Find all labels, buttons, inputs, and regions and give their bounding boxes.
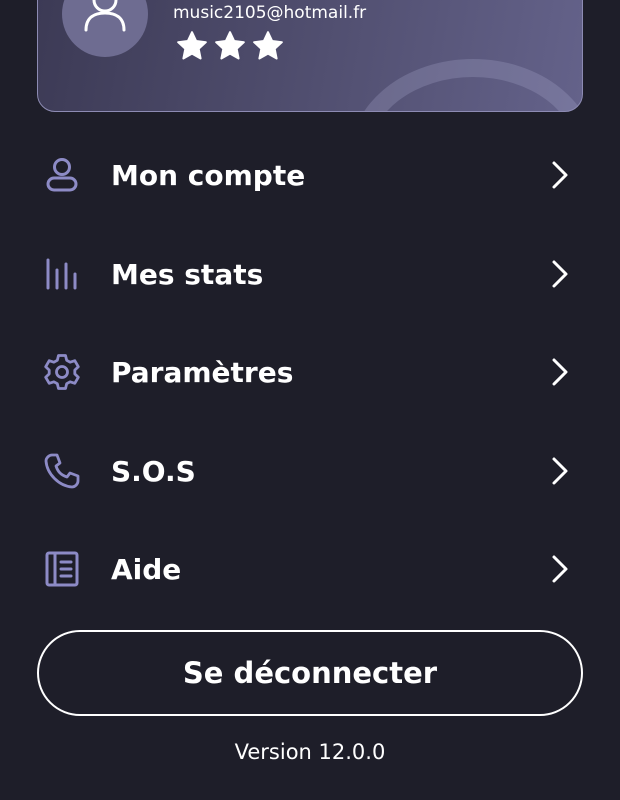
chevron-right-icon	[552, 260, 568, 287]
menu-item-sos[interactable]: S.O.S	[0, 422, 620, 521]
chevron-right-icon	[552, 358, 568, 386]
gear-icon	[44, 354, 80, 390]
user-icon	[84, 0, 126, 32]
chevron-right-icon	[552, 161, 568, 189]
profile-card: music2105@hotmail.fr	[37, 0, 583, 112]
chevron-right-icon	[552, 457, 568, 484]
menu-item-label: Aide	[111, 553, 182, 586]
avatar[interactable]	[62, 0, 148, 57]
menu-item-label: S.O.S	[111, 454, 196, 488]
menu-item-mon-compte[interactable]: Mon compte	[0, 126, 620, 225]
menu-item-label: Paramètres	[111, 356, 294, 389]
rating-stars	[175, 29, 285, 63]
star-icon	[215, 31, 245, 60]
app-version: Version 12.0.0	[234, 740, 386, 764]
menu-item-label: Mon compte	[111, 159, 306, 192]
notebook-icon	[45, 551, 79, 587]
profile-email: music2105@hotmail.fr	[173, 3, 367, 23]
star-icon	[253, 31, 283, 60]
user-icon	[46, 158, 78, 192]
logout-button[interactable]: Se déconnecter	[37, 630, 583, 716]
menu-item-mes-stats[interactable]: Mes stats	[0, 225, 620, 324]
card-decoration	[350, 59, 582, 111]
chevron-right-icon	[552, 555, 568, 583]
phone-icon	[44, 453, 80, 488]
menu-item-parametres[interactable]: Paramètres	[0, 323, 620, 422]
bar-chart-icon	[46, 258, 77, 289]
menu-item-label: Mes stats	[111, 257, 264, 291]
menu-list: Mon compte Mes stats Paramètres S.O.S Ai…	[0, 126, 620, 619]
menu-item-aide[interactable]: Aide	[0, 520, 620, 619]
star-icon	[177, 31, 207, 60]
